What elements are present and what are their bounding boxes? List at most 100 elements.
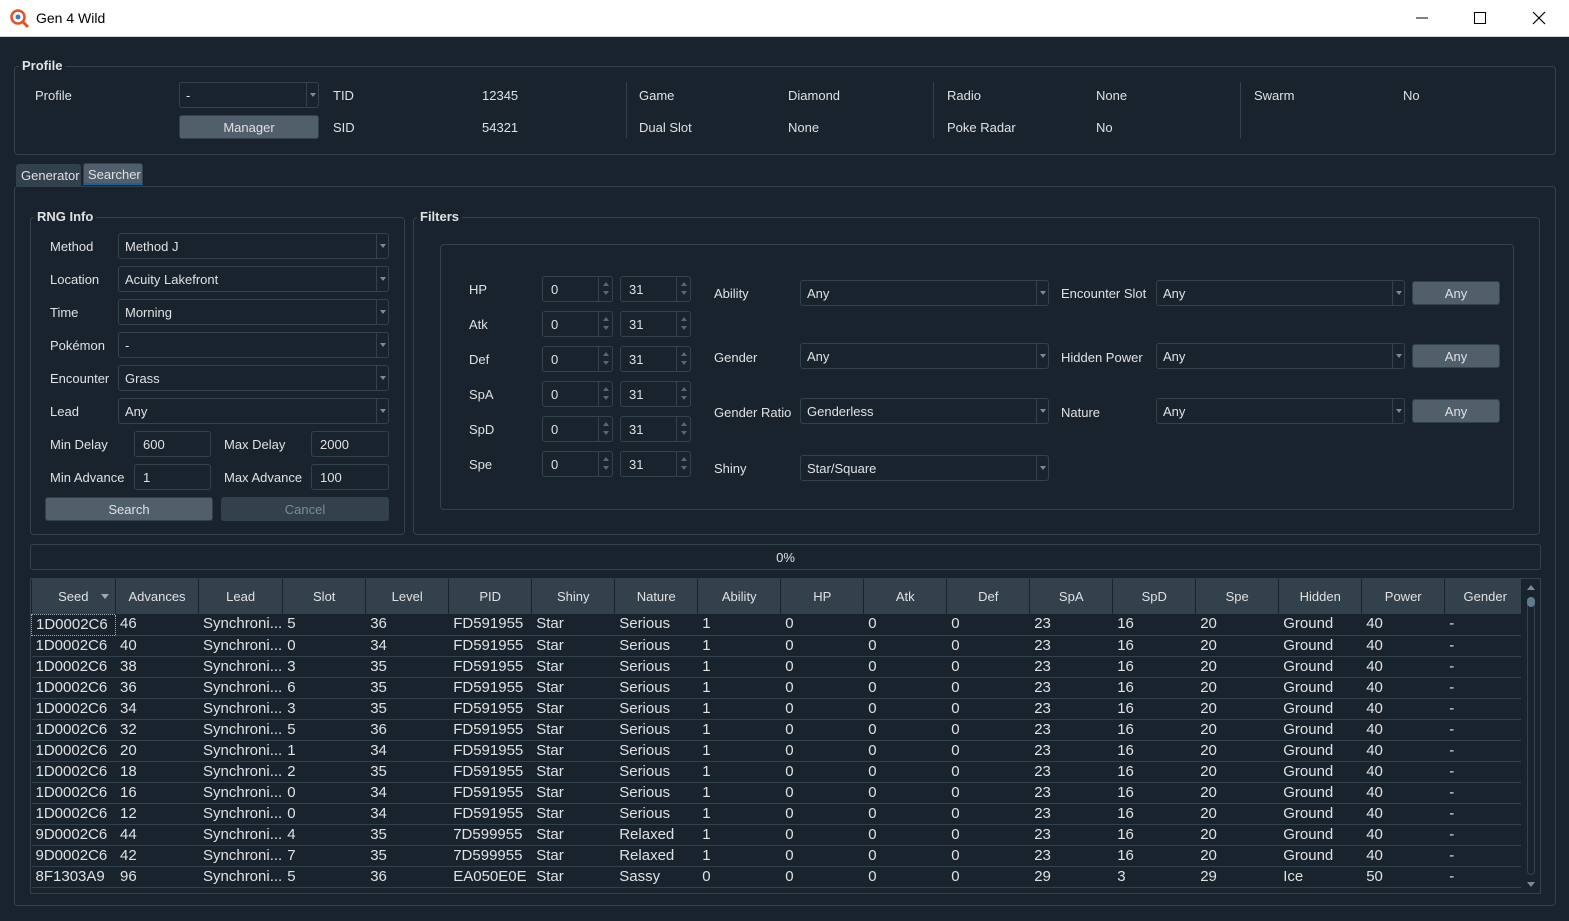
table-cell[interactable]: Ground (1278, 719, 1363, 741)
column-header-spa[interactable]: SpA (1029, 579, 1114, 614)
table-cell[interactable]: 16 (1112, 782, 1197, 804)
table-cell[interactable]: - (1444, 866, 1527, 888)
table-cell[interactable]: 1D0002C6 (31, 635, 116, 657)
table-row[interactable]: 1D0002C6 16 Synchroni... 0 34 FD591955 Star Ser… (31, 782, 1527, 804)
table-cell[interactable]: 23 (1029, 824, 1114, 846)
table-cell[interactable]: Star (531, 866, 616, 888)
table-cell[interactable]: 20 (115, 740, 199, 762)
table-cell[interactable]: 0 (863, 740, 948, 762)
column-header-shiny[interactable]: Shiny (531, 579, 616, 614)
tab-generator[interactable]: Generator (16, 164, 81, 186)
column-header-atk[interactable]: Atk (863, 579, 948, 614)
table-cell[interactable]: 36 (115, 677, 199, 699)
column-header-seed[interactable]: Seed (31, 579, 116, 614)
table-cell[interactable]: Synchroni... (198, 698, 284, 720)
table-cell[interactable]: 38 (115, 656, 199, 678)
table-cell[interactable]: FD591955 (448, 677, 533, 699)
table-cell[interactable]: Star (531, 782, 616, 804)
table-cell[interactable]: Star (531, 824, 616, 846)
column-header-spe[interactable]: Spe (1195, 579, 1280, 614)
spin-arrows-icon[interactable] (676, 312, 690, 336)
table-cell[interactable]: 5 (282, 614, 367, 636)
table-cell[interactable]: 23 (1029, 656, 1114, 678)
table-row[interactable]: 9D0002C6 42 Synchroni... 7 35 7D599955 Star Rel… (31, 845, 1527, 867)
spin-arrows-icon[interactable] (676, 417, 690, 441)
table-cell[interactable]: 3 (282, 698, 367, 720)
table-cell[interactable]: 16 (1112, 698, 1197, 720)
table-cell[interactable]: 29 (1029, 866, 1114, 888)
table-cell[interactable]: FD591955 (448, 698, 533, 720)
iv-spa-max[interactable]: 31 (620, 381, 691, 407)
table-cell[interactable]: 35 (365, 698, 450, 720)
table-cell[interactable]: 40 (1361, 719, 1446, 741)
table-cell[interactable]: Serious (614, 656, 699, 678)
ability-select[interactable]: Any (800, 280, 1049, 306)
table-cell[interactable]: Star (531, 656, 616, 678)
table-cell[interactable]: 0 (780, 824, 865, 846)
table-cell[interactable]: 40 (1361, 677, 1446, 699)
table-cell[interactable]: Serious (614, 614, 699, 636)
iv-spd-min[interactable]: 0 (542, 416, 613, 442)
table-cell[interactable]: Serious (614, 761, 699, 783)
table-cell[interactable]: 23 (1029, 803, 1114, 825)
table-cell[interactable]: Synchroni... (198, 656, 284, 678)
table-cell[interactable]: 0 (946, 635, 1031, 657)
table-cell[interactable]: 8F1303A9 (31, 866, 116, 888)
table-cell[interactable]: 0 (863, 656, 948, 678)
table-cell[interactable]: Star (531, 740, 616, 762)
table-cell[interactable]: 20 (1195, 845, 1280, 867)
table-cell[interactable]: Synchroni... (198, 719, 284, 741)
tab-searcher[interactable]: Searcher (83, 163, 143, 185)
table-cell[interactable]: 16 (1112, 656, 1197, 678)
table-cell[interactable]: 0 (780, 761, 865, 783)
table-cell[interactable]: 40 (1361, 845, 1446, 867)
table-cell[interactable]: 0 (946, 656, 1031, 678)
table-cell[interactable]: 7D599955 (448, 845, 533, 867)
table-cell[interactable]: 4 (282, 824, 367, 846)
table-cell[interactable]: Synchroni... (198, 614, 284, 636)
table-cell[interactable]: 20 (1195, 761, 1280, 783)
table-cell[interactable]: 0 (946, 761, 1031, 783)
column-header-slot[interactable]: Slot (282, 579, 367, 614)
column-header-lead[interactable]: Lead (198, 579, 284, 614)
table-cell[interactable]: Star (531, 635, 616, 657)
table-cell[interactable]: Star (531, 719, 616, 741)
table-cell[interactable]: 34 (115, 698, 199, 720)
table-row[interactable]: 1D0002C6 34 Synchroni... 3 35 FD591955 Star Ser… (31, 698, 1527, 720)
table-cell[interactable]: Ground (1278, 761, 1363, 783)
search-button[interactable]: Search (45, 497, 213, 521)
table-cell[interactable]: 1 (697, 803, 782, 825)
hidden-power-any-button[interactable]: Any (1412, 344, 1500, 368)
table-cell[interactable]: - (1444, 803, 1527, 825)
table-cell[interactable]: 0 (863, 719, 948, 741)
table-cell[interactable]: 40 (115, 635, 199, 657)
table-cell[interactable]: 6 (282, 677, 367, 699)
min-delay-input[interactable]: 600 (134, 431, 211, 457)
table-cell[interactable]: 20 (1195, 719, 1280, 741)
table-cell[interactable]: 5 (282, 719, 367, 741)
gender-select[interactable]: Any (800, 343, 1049, 369)
table-cell[interactable]: 46 (115, 614, 199, 636)
spin-arrows-icon[interactable] (676, 277, 690, 301)
table-cell[interactable]: 0 (780, 845, 865, 867)
table-cell[interactable]: 0 (780, 740, 865, 762)
table-cell[interactable]: 0 (946, 719, 1031, 741)
table-cell[interactable]: 1D0002C6 (31, 656, 116, 678)
table-cell[interactable]: 0 (863, 698, 948, 720)
table-cell[interactable]: 40 (1361, 635, 1446, 657)
table-cell[interactable]: 34 (365, 803, 450, 825)
table-cell[interactable]: Serious (614, 677, 699, 699)
table-row[interactable]: 8F1303A9 96 Synchroni... 5 36 EA050E0E Star Sas… (31, 866, 1527, 888)
table-cell[interactable]: 35 (365, 824, 450, 846)
gender-ratio-select[interactable]: Genderless (800, 398, 1049, 424)
column-header-advances[interactable]: Advances (115, 579, 199, 614)
time-select[interactable]: Morning (118, 299, 389, 325)
table-cell[interactable]: - (1444, 656, 1527, 678)
table-cell[interactable]: FD591955 (448, 740, 533, 762)
table-cell[interactable]: 16 (1112, 677, 1197, 699)
table-row[interactable]: 1D0002C6 18 Synchroni... 2 35 FD591955 Star Ser… (31, 761, 1527, 783)
table-cell[interactable]: FD591955 (448, 782, 533, 804)
column-header-power[interactable]: Power (1361, 579, 1446, 614)
table-cell[interactable]: 40 (1361, 803, 1446, 825)
iv-hp-max[interactable]: 31 (620, 276, 691, 302)
